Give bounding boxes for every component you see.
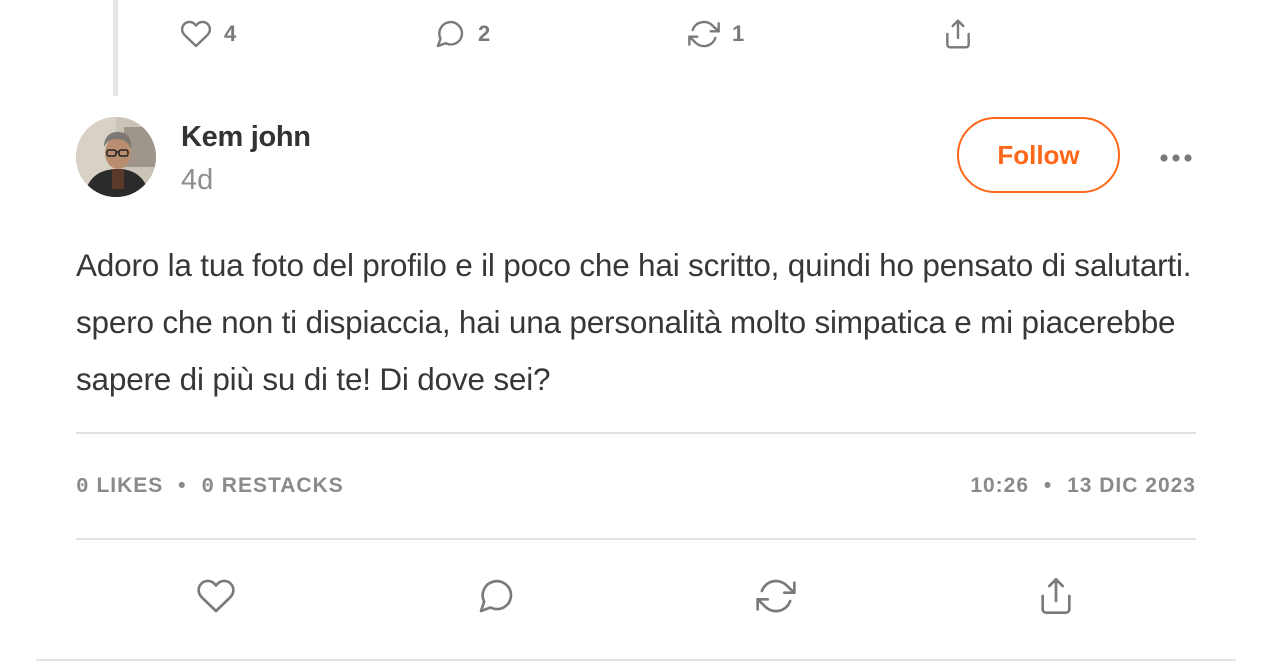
share-upload-icon: [942, 18, 974, 50]
divider: [76, 538, 1196, 540]
post-age: 4d: [181, 164, 214, 196]
restack-button[interactable]: [756, 574, 796, 618]
timestamp-separator: •: [1043, 474, 1053, 497]
parent-post-actions: 4 2 1: [0, 12, 1262, 56]
comment-button[interactable]: [476, 574, 516, 618]
like-button[interactable]: [196, 574, 236, 618]
restack-arrows-icon: [756, 576, 796, 616]
more-dots-icon: [1159, 153, 1193, 163]
engagement-stats: 0 LIKES • 0 RESTACKS: [76, 474, 344, 499]
timestamp[interactable]: 10:26 • 13 DIC 2023: [970, 474, 1196, 498]
heart-icon: [180, 18, 212, 50]
restack-button[interactable]: 1: [688, 12, 744, 56]
restacks-count[interactable]: 0: [201, 476, 215, 499]
comment-button[interactable]: 2: [434, 12, 490, 56]
comment-bubble-icon: [476, 576, 516, 616]
comment-body: Adoro la tua foto del profilo e il poco …: [76, 247, 1192, 397]
divider: [36, 659, 1236, 661]
divider: [76, 432, 1196, 434]
author-name[interactable]: Kem john: [181, 121, 311, 154]
likes-label[interactable]: LIKES: [96, 474, 163, 497]
stats-separator: •: [178, 474, 187, 497]
restack-arrows-icon: [688, 18, 720, 50]
post-date: 13 DIC 2023: [1067, 474, 1196, 497]
restacks-label[interactable]: RESTACKS: [222, 474, 344, 497]
more-options-button[interactable]: [1156, 140, 1196, 176]
comment-bubble-icon: [434, 18, 466, 50]
like-count: 4: [224, 21, 237, 46]
post-time: 10:26: [970, 474, 1030, 497]
heart-icon: [196, 576, 236, 616]
share-upload-icon: [1036, 576, 1076, 616]
author-avatar[interactable]: [76, 117, 156, 197]
restack-count: 1: [732, 21, 745, 46]
share-button[interactable]: [942, 12, 974, 56]
follow-button[interactable]: Follow: [957, 117, 1120, 193]
share-button[interactable]: [1036, 574, 1076, 618]
comment-count: 2: [478, 21, 491, 46]
likes-count[interactable]: 0: [76, 476, 90, 499]
like-button[interactable]: 4: [180, 12, 236, 56]
comment-actions: [0, 574, 1262, 618]
